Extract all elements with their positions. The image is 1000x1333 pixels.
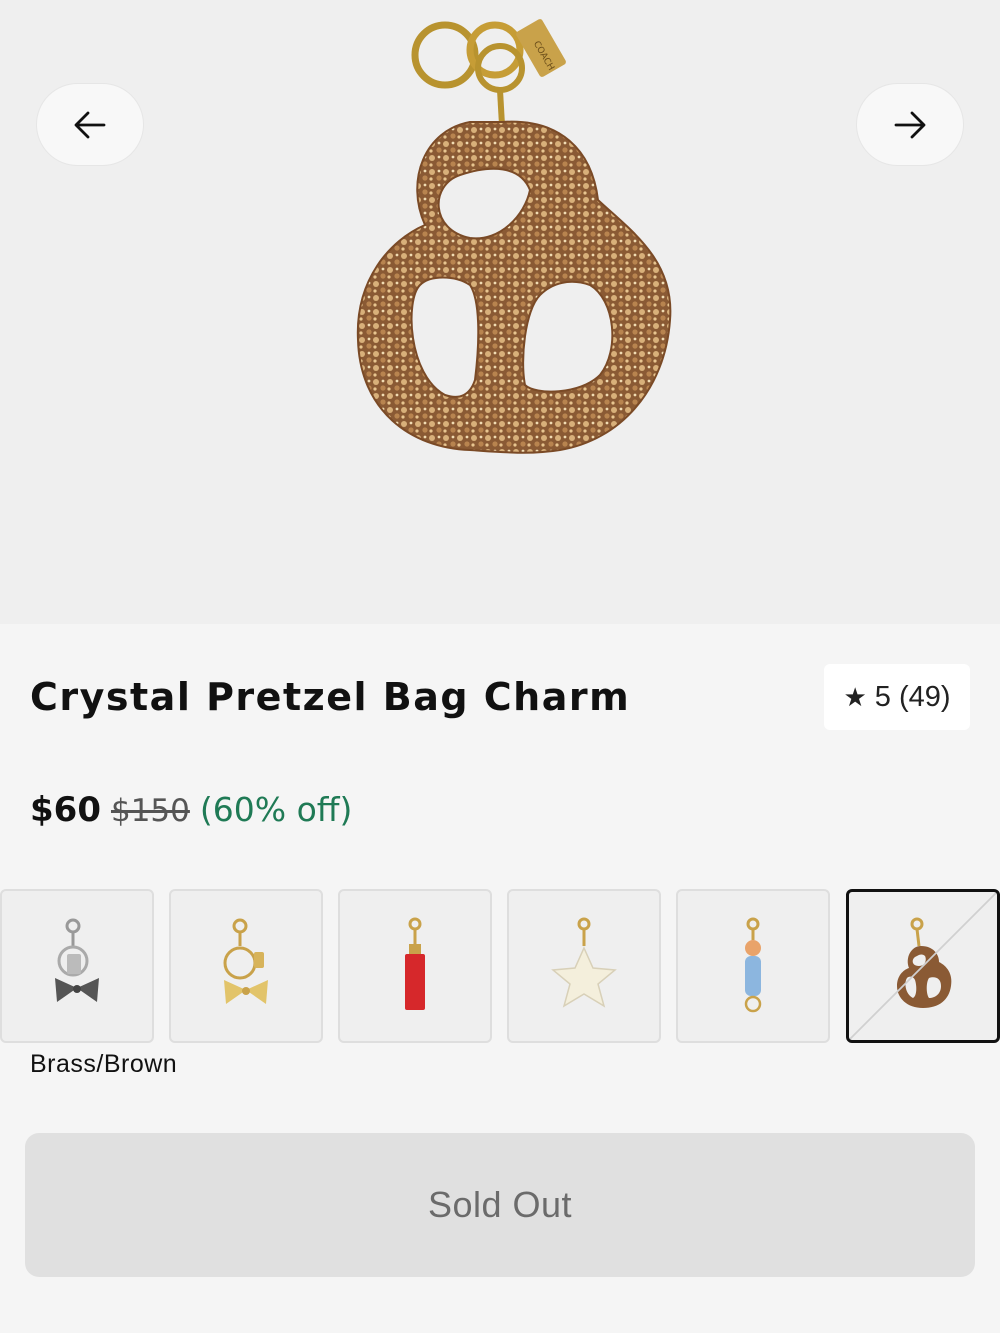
arrow-left-icon [74, 111, 106, 138]
red-lipstick-charm-thumbnail [405, 917, 425, 1010]
cream-star-charm-thumbnail [551, 917, 617, 1008]
product-title: Crystal Pretzel Bag Charm [30, 675, 631, 719]
product-image-gallery[interactable]: COACH [0, 0, 1000, 624]
discount-label: (60% off) [199, 790, 353, 829]
swatch-silver-bow[interactable] [0, 889, 154, 1043]
unavailable-slash [849, 892, 997, 1040]
arrow-right-icon [894, 111, 926, 138]
current-price: $60 [30, 790, 101, 830]
swatch-blue-character[interactable] [676, 889, 830, 1043]
rating-count: (49) [898, 680, 951, 713]
star-icon: ★ [843, 681, 867, 712]
color-swatches [0, 889, 1000, 1044]
gold-bow-charm-thumbnail [223, 918, 268, 1004]
selected-color-label: Brass/Brown [30, 1050, 178, 1078]
silver-bow-charm-thumbnail [55, 918, 99, 1002]
swatch-gold-bow[interactable] [169, 889, 323, 1043]
swatch-red-lipstick[interactable] [338, 889, 492, 1043]
next-image-button[interactable] [856, 83, 964, 166]
previous-image-button[interactable] [36, 83, 144, 166]
swatch-cream-star[interactable] [507, 889, 661, 1043]
original-price: $150 [110, 793, 190, 829]
blue-character-charm-thumbnail [744, 917, 762, 1013]
price: $60 $150 (60% off) [30, 790, 352, 830]
rating-score: 5 [874, 680, 891, 713]
rating-badge[interactable]: ★ 5 (49) [824, 664, 970, 730]
product-image: COACH [356, 19, 672, 454]
swatch-crystal-pretzel[interactable] [846, 889, 1000, 1043]
sold-out-button[interactable]: Sold Out [25, 1133, 975, 1277]
